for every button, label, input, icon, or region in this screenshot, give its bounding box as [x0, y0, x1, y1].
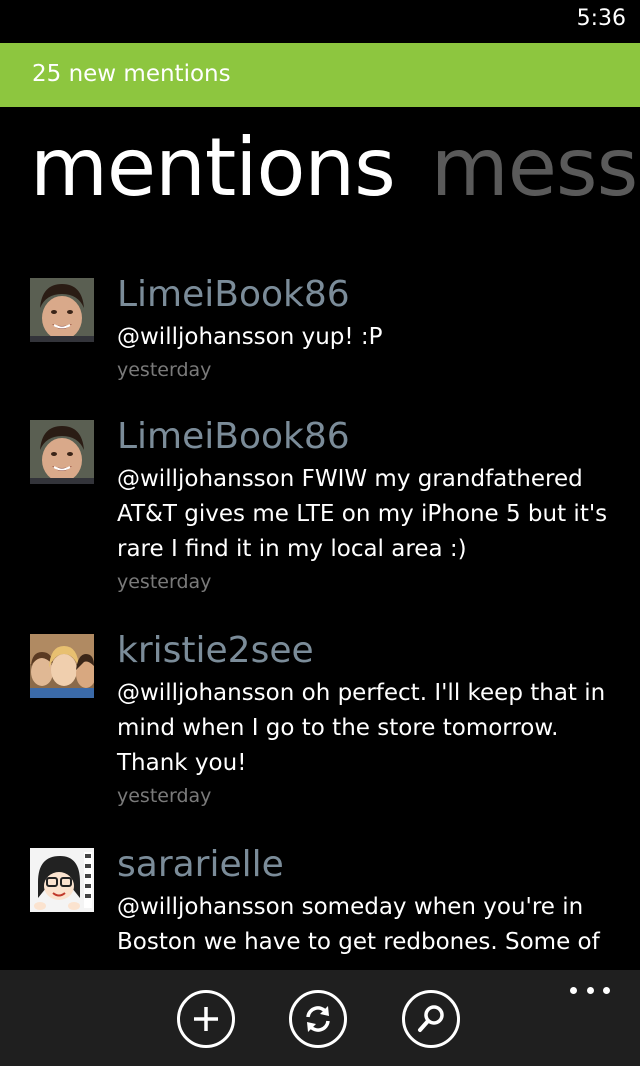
- tweet-line: Thank you!: [117, 750, 247, 776]
- dot: [570, 986, 577, 994]
- more-dots-icon[interactable]: [570, 978, 610, 1002]
- status-time: 5:36: [576, 6, 626, 31]
- notification-text: 25 new mentions: [32, 61, 231, 87]
- tweet-line: @willjohansson yup! :P: [117, 324, 383, 350]
- mention-body: kristie2see @willjohansson oh perfect. I…: [117, 626, 627, 811]
- mention-body: LimeiBook86 @willjohansson yup! :P yeste…: [117, 270, 627, 385]
- mentions-feed[interactable]: LimeiBook86 @willjohansson yup! :P yeste…: [0, 270, 640, 970]
- compose-button[interactable]: [177, 990, 235, 1048]
- tweet-line: @willjohansson someday when you're in: [117, 894, 584, 920]
- timestamp: yesterday: [117, 571, 212, 593]
- refresh-icon: [306, 1006, 330, 1032]
- tweet-line: @willjohansson FWIW my grandfathered: [117, 466, 583, 492]
- timestamp: yesterday: [117, 785, 212, 807]
- plus-icon: [194, 1007, 218, 1031]
- tweet-text: @willjohansson someday when you're in Bo…: [117, 890, 627, 960]
- search-icon: [418, 1005, 444, 1032]
- tweet-line: @willjohansson oh perfect. I'll keep tha…: [117, 680, 606, 706]
- man-face-avatar[interactable]: [30, 420, 94, 484]
- mention-body: sararielle @willjohansson someday when y…: [117, 840, 627, 960]
- pivot-tab-mentions[interactable]: mentions: [30, 121, 396, 214]
- search-button[interactable]: [402, 990, 460, 1048]
- tweet-line: rare I find it in my local area :): [117, 536, 467, 562]
- man-face-avatar[interactable]: [30, 278, 94, 342]
- pivot-tab-messages[interactable]: mess: [431, 121, 639, 214]
- app-bar: [0, 970, 640, 1066]
- username[interactable]: LimeiBook86: [117, 412, 627, 462]
- tweet-text: @willjohansson FWIW my grandfathered AT&…: [117, 462, 627, 567]
- tweet-line: AT&T gives me LTE on my iPhone 5 but it'…: [117, 501, 608, 527]
- notification-banner[interactable]: 25 new mentions: [0, 43, 640, 107]
- username[interactable]: kristie2see: [117, 626, 627, 676]
- tweet-text: @willjohansson yup! :P: [117, 320, 627, 355]
- username[interactable]: LimeiBook86: [117, 270, 627, 320]
- dot: [586, 986, 594, 994]
- tweet-line: Boston we have to get redbones. Some of: [117, 929, 600, 955]
- cartoon-avatar[interactable]: [30, 848, 94, 912]
- tweet-text: @willjohansson oh perfect. I'll keep tha…: [117, 676, 627, 781]
- status-bar: 5:36: [0, 0, 640, 42]
- timestamp: yesterday: [117, 359, 212, 381]
- pivot-header: mentions mess: [30, 128, 638, 208]
- tweet-line: mind when I go to the store tomorrow.: [117, 715, 559, 741]
- refresh-button[interactable]: [289, 990, 347, 1048]
- dot: [603, 986, 610, 994]
- group-faces-avatar[interactable]: [30, 634, 94, 698]
- mention-body: LimeiBook86 @willjohansson FWIW my grand…: [117, 412, 627, 597]
- username[interactable]: sararielle: [117, 840, 627, 890]
